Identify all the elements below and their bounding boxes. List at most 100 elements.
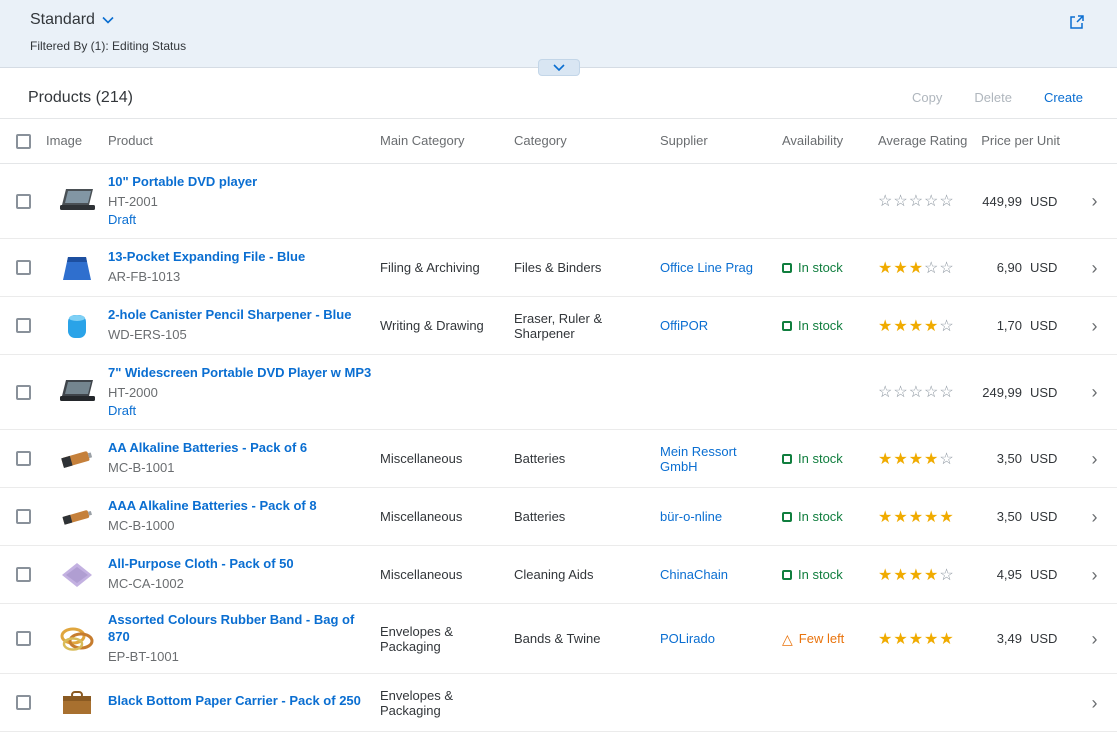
select-all-checkbox[interactable] (16, 134, 31, 149)
price: 1,70USD (980, 318, 1072, 333)
main-category: Miscellaneous (380, 451, 514, 466)
star-icon: ★ (893, 260, 908, 277)
row-checkbox[interactable] (16, 260, 31, 275)
star-icon: ★ (878, 567, 893, 584)
star-icon: ★ (939, 509, 954, 526)
table-row[interactable]: AA Alkaline Batteries - Pack of 6 MC-B-1… (0, 430, 1117, 488)
row-chevron-icon[interactable]: › (1092, 258, 1098, 278)
chevron-down-icon (102, 16, 114, 24)
product-link[interactable]: 10" Portable DVD player (108, 174, 372, 191)
star-icon: ★ (909, 260, 924, 277)
delete-button[interactable]: Delete (968, 89, 1018, 106)
row-chevron-icon[interactable]: › (1092, 565, 1098, 585)
star-icon: ☆ (878, 193, 893, 210)
row-chevron-icon[interactable]: › (1092, 507, 1098, 527)
rating-stars: ☆☆☆☆☆ (878, 191, 980, 211)
star-icon: ☆ (878, 384, 893, 401)
product-link[interactable]: Black Bottom Paper Carrier - Pack of 250 (108, 693, 372, 710)
product-image-rubber-bands (55, 622, 99, 656)
star-icon: ★ (878, 260, 893, 277)
supplier-link[interactable]: POLirado (660, 631, 715, 646)
price: 3,50USD (980, 509, 1072, 524)
collapse-header-button[interactable] (538, 59, 580, 76)
product-status: Draft (108, 212, 372, 228)
share-button[interactable] (1065, 10, 1089, 34)
star-icon: ☆ (939, 567, 954, 584)
row-chevron-icon[interactable]: › (1092, 316, 1098, 336)
supplier-link[interactable]: OffiPOR (660, 318, 708, 333)
product-link[interactable]: AAA Alkaline Batteries - Pack of 8 (108, 498, 372, 515)
row-chevron-icon[interactable]: › (1092, 629, 1098, 649)
product-image-battery (55, 442, 99, 476)
column-header-image: Image (46, 134, 108, 149)
chevron-down-icon (553, 64, 565, 71)
column-header-product: Product (108, 134, 380, 149)
product-id: AR-FB-1013 (108, 269, 372, 285)
in-stock-icon (782, 263, 792, 273)
row-checkbox[interactable] (16, 451, 31, 466)
variant-selector[interactable]: Standard (30, 11, 114, 29)
supplier-link[interactable]: bür-o-nline (660, 509, 722, 524)
product-id: WD-ERS-105 (108, 327, 372, 343)
star-icon: ★ (893, 451, 908, 468)
star-icon: ★ (909, 318, 924, 335)
star-icon: ★ (939, 631, 954, 648)
supplier-link[interactable]: Office Line Prag (660, 260, 753, 275)
row-checkbox[interactable] (16, 509, 31, 524)
table-row[interactable]: Assorted Colours Rubber Band - Bag of 87… (0, 604, 1117, 674)
share-icon (1069, 14, 1085, 30)
rating-stars: ★★★★★ (878, 629, 980, 649)
table-row[interactable]: 13-Pocket Expanding File - Blue AR-FB-10… (0, 239, 1117, 297)
table-row[interactable]: All-Purpose Cloth - Pack of 50 MC-CA-100… (0, 546, 1117, 604)
main-category: Miscellaneous (380, 567, 514, 582)
product-link[interactable]: Assorted Colours Rubber Band - Bag of 87… (108, 612, 372, 646)
product-link[interactable]: All-Purpose Cloth - Pack of 50 (108, 556, 372, 573)
row-chevron-icon[interactable]: › (1092, 693, 1098, 713)
product-link[interactable]: 2-hole Canister Pencil Sharpener - Blue (108, 307, 372, 324)
row-chevron-icon[interactable]: › (1092, 382, 1098, 402)
main-category: Envelopes & Packaging (380, 624, 514, 654)
availability-text: In stock (798, 451, 843, 466)
star-icon: ☆ (893, 193, 908, 210)
row-checkbox[interactable] (16, 318, 31, 333)
product-id: HT-2000 (108, 385, 372, 401)
table-row[interactable]: Black Bottom Paper Carrier - Pack of 250… (0, 674, 1117, 732)
price: 449,99USD (980, 194, 1072, 209)
star-icon: ☆ (924, 384, 939, 401)
star-icon: ★ (924, 509, 939, 526)
rating-stars: ★★★★☆ (878, 565, 980, 585)
table-row[interactable]: AAA Alkaline Batteries - Pack of 8 MC-B-… (0, 488, 1117, 546)
row-checkbox[interactable] (16, 194, 31, 209)
column-header-supplier: Supplier (660, 134, 782, 149)
row-checkbox[interactable] (16, 567, 31, 582)
row-chevron-icon[interactable]: › (1092, 191, 1098, 211)
star-icon: ★ (924, 318, 939, 335)
star-icon: ★ (878, 631, 893, 648)
supplier-link[interactable]: ChinaChain (660, 567, 728, 582)
table-row[interactable]: 7" Widescreen Portable DVD Player w MP3 … (0, 355, 1117, 430)
star-icon: ★ (909, 631, 924, 648)
product-id: HT-2001 (108, 194, 372, 210)
rating-stars: ★★★★★ (878, 507, 980, 527)
star-icon: ★ (924, 567, 939, 584)
product-link[interactable]: AA Alkaline Batteries - Pack of 6 (108, 440, 372, 457)
row-checkbox[interactable] (16, 695, 31, 710)
few-left-warning-icon: △ (782, 632, 793, 646)
product-status: Draft (108, 403, 372, 419)
create-button[interactable]: Create (1038, 89, 1089, 106)
row-checkbox[interactable] (16, 385, 31, 400)
column-header-main-category: Main Category (380, 134, 514, 149)
rating-stars: ☆☆☆☆☆ (878, 382, 980, 402)
product-image-dvd-player (55, 184, 99, 218)
row-checkbox[interactable] (16, 631, 31, 646)
filter-bar: Standard Filtered By (1): Editing Status (0, 0, 1117, 68)
product-link[interactable]: 13-Pocket Expanding File - Blue (108, 249, 372, 266)
table-row[interactable]: 2-hole Canister Pencil Sharpener - Blue … (0, 297, 1117, 355)
table-row[interactable]: 10" Portable DVD player HT-2001 Draft ☆☆… (0, 164, 1117, 239)
supplier-link[interactable]: Mein Ressort GmbH (660, 444, 737, 474)
copy-button[interactable]: Copy (906, 89, 948, 106)
product-link[interactable]: 7" Widescreen Portable DVD Player w MP3 (108, 365, 372, 382)
row-chevron-icon[interactable]: › (1092, 449, 1098, 469)
star-icon: ★ (893, 631, 908, 648)
star-icon: ☆ (939, 260, 954, 277)
